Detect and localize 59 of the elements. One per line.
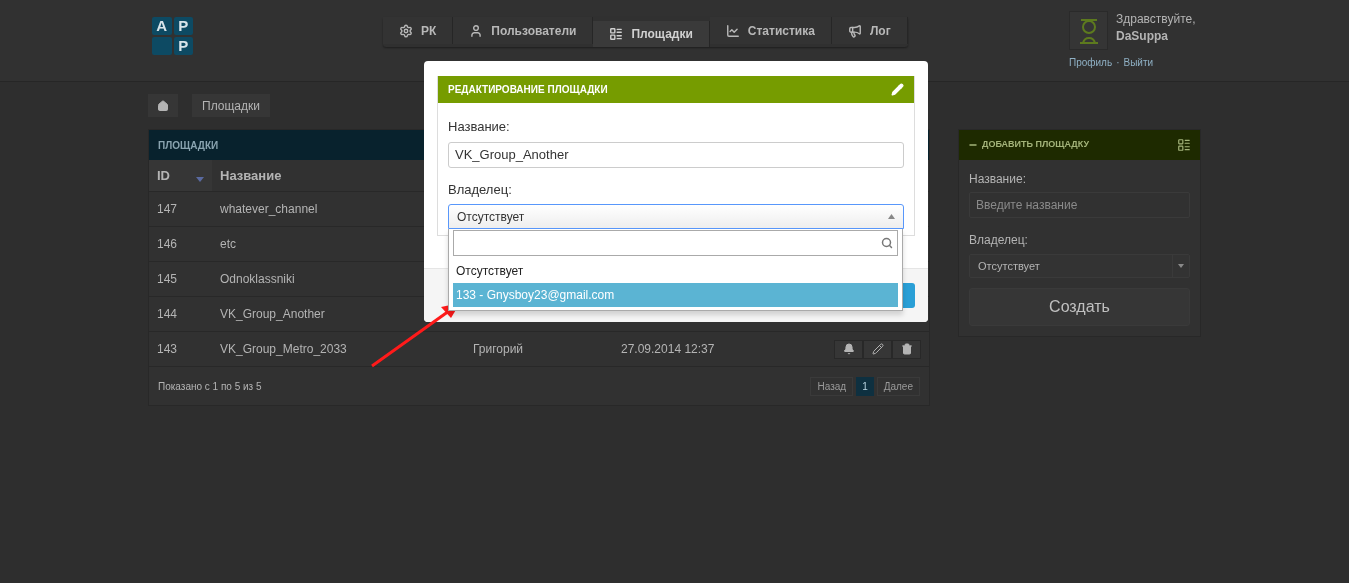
link-separator: · — [1116, 56, 1120, 70]
pencil-icon — [871, 343, 884, 355]
trash-icon — [900, 343, 913, 355]
next-page-link[interactable]: Далее — [876, 376, 920, 396]
name-input[interactable]: VK_Group_Another — [448, 141, 904, 168]
table-cell-text: 146 — [156, 236, 179, 253]
dropdown-option[interactable]: Отсутствует — [453, 259, 898, 283]
bell-button[interactable] — [834, 339, 863, 359]
field-label: Название: — [448, 118, 511, 136]
user-link[interactable]: Выйти — [1123, 55, 1154, 70]
nav-tab[interactable]: РК — [383, 17, 454, 44]
table-info: Показано с 1 по 5 из 5 — [158, 379, 262, 394]
user-icon — [469, 23, 484, 38]
table-cell-text: Григорий — [473, 341, 525, 358]
panel-title: ДОБАВИТЬ ПЛОЩАДКУ — [982, 138, 1089, 152]
pencil-icon — [891, 83, 904, 96]
gear-icon — [399, 23, 413, 38]
table-cell-text: VK_Group_Another — [219, 306, 326, 323]
person-silhouette-icon — [1077, 16, 1100, 45]
page-link[interactable]: 1 — [856, 376, 874, 396]
sort-down-icon — [196, 177, 204, 182]
table-cell-text: etc — [219, 236, 237, 253]
create-button[interactable]: Создать — [969, 288, 1190, 326]
nav-tab[interactable]: Площадки — [593, 21, 710, 47]
user-name: DaSuppa — [1116, 28, 1169, 45]
nav-tab[interactable]: Статистика — [709, 17, 832, 44]
table-cell-text: 143 — [156, 341, 179, 358]
panel-title: ПЛОЩАДКИ — [158, 138, 219, 153]
megaphone-icon — [847, 23, 862, 38]
table-cell-text: VK_Group_Metro_2033 — [219, 341, 348, 358]
table-cell-text: 147 — [156, 201, 179, 218]
table-cell-text: 27.09.2014 12:37 — [621, 341, 716, 358]
breadcrumb-home[interactable] — [148, 94, 178, 117]
search-icon — [881, 237, 893, 249]
home-icon — [157, 99, 169, 112]
dialog-title: РЕДАКТИРОВАНИЕ ПЛОЩАДКИ — [448, 83, 608, 97]
trash-button[interactable] — [892, 339, 921, 359]
field-label: Владелец: — [969, 232, 1029, 249]
caret-icon — [1178, 264, 1184, 268]
owner-select[interactable]: Отсутствует — [448, 204, 904, 229]
prev-page-link[interactable]: Назад — [810, 376, 854, 396]
chart-icon — [725, 23, 740, 38]
app-logo[interactable]: A P P — [152, 17, 193, 54]
field-label: Владелец: — [448, 180, 513, 199]
table-cell-text: 144 — [156, 306, 179, 323]
name-input[interactable]: Введите название — [969, 192, 1190, 218]
search-field[interactable] — [453, 230, 898, 256]
breadcrumb-item[interactable]: Площадки — [192, 94, 270, 117]
caret-up-icon — [888, 214, 895, 219]
pencil-button[interactable] — [863, 339, 892, 359]
field-label: Название: — [969, 171, 1027, 188]
nav-tab[interactable]: Пользователи — [453, 17, 594, 44]
bell-icon — [842, 343, 855, 355]
greeting-text: Здравствуйте, — [1116, 11, 1196, 28]
user-link[interactable]: Профиль — [1069, 55, 1113, 70]
column-header[interactable]: ID — [149, 160, 212, 191]
table-cell-text: 145 — [156, 271, 179, 288]
nav-tab[interactable]: Лог — [831, 17, 908, 44]
owner-select[interactable]: Отсутствует — [969, 254, 1190, 278]
